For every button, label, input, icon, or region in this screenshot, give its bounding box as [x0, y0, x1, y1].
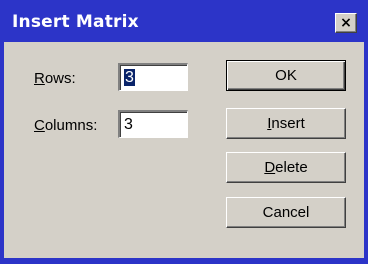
close-icon: ×	[340, 15, 352, 31]
insert-button[interactable]: Insert	[226, 108, 346, 139]
insert-button-label: Insert	[267, 115, 305, 132]
insert-matrix-dialog: Insert Matrix × Rows: 3 Columns: 3 OK In…	[0, 0, 368, 264]
ok-button-label: OK	[275, 67, 297, 84]
rows-input[interactable]: 3	[118, 63, 188, 91]
rows-value: 3	[124, 69, 135, 86]
columns-label: Columns:	[34, 117, 98, 134]
dialog-title: Insert Matrix	[12, 12, 139, 32]
cancel-button-label: Cancel	[262, 204, 310, 221]
delete-button[interactable]: Delete	[226, 152, 346, 183]
rows-label: Rows:	[34, 70, 76, 87]
columns-value: 3	[124, 116, 133, 133]
columns-input[interactable]: 3	[118, 110, 188, 138]
close-button[interactable]: ×	[335, 13, 357, 33]
ok-button[interactable]: OK	[226, 60, 346, 91]
title-bar[interactable]: Insert Matrix ×	[4, 0, 364, 42]
delete-button-label: Delete	[264, 159, 308, 176]
cancel-button[interactable]: Cancel	[226, 197, 346, 228]
